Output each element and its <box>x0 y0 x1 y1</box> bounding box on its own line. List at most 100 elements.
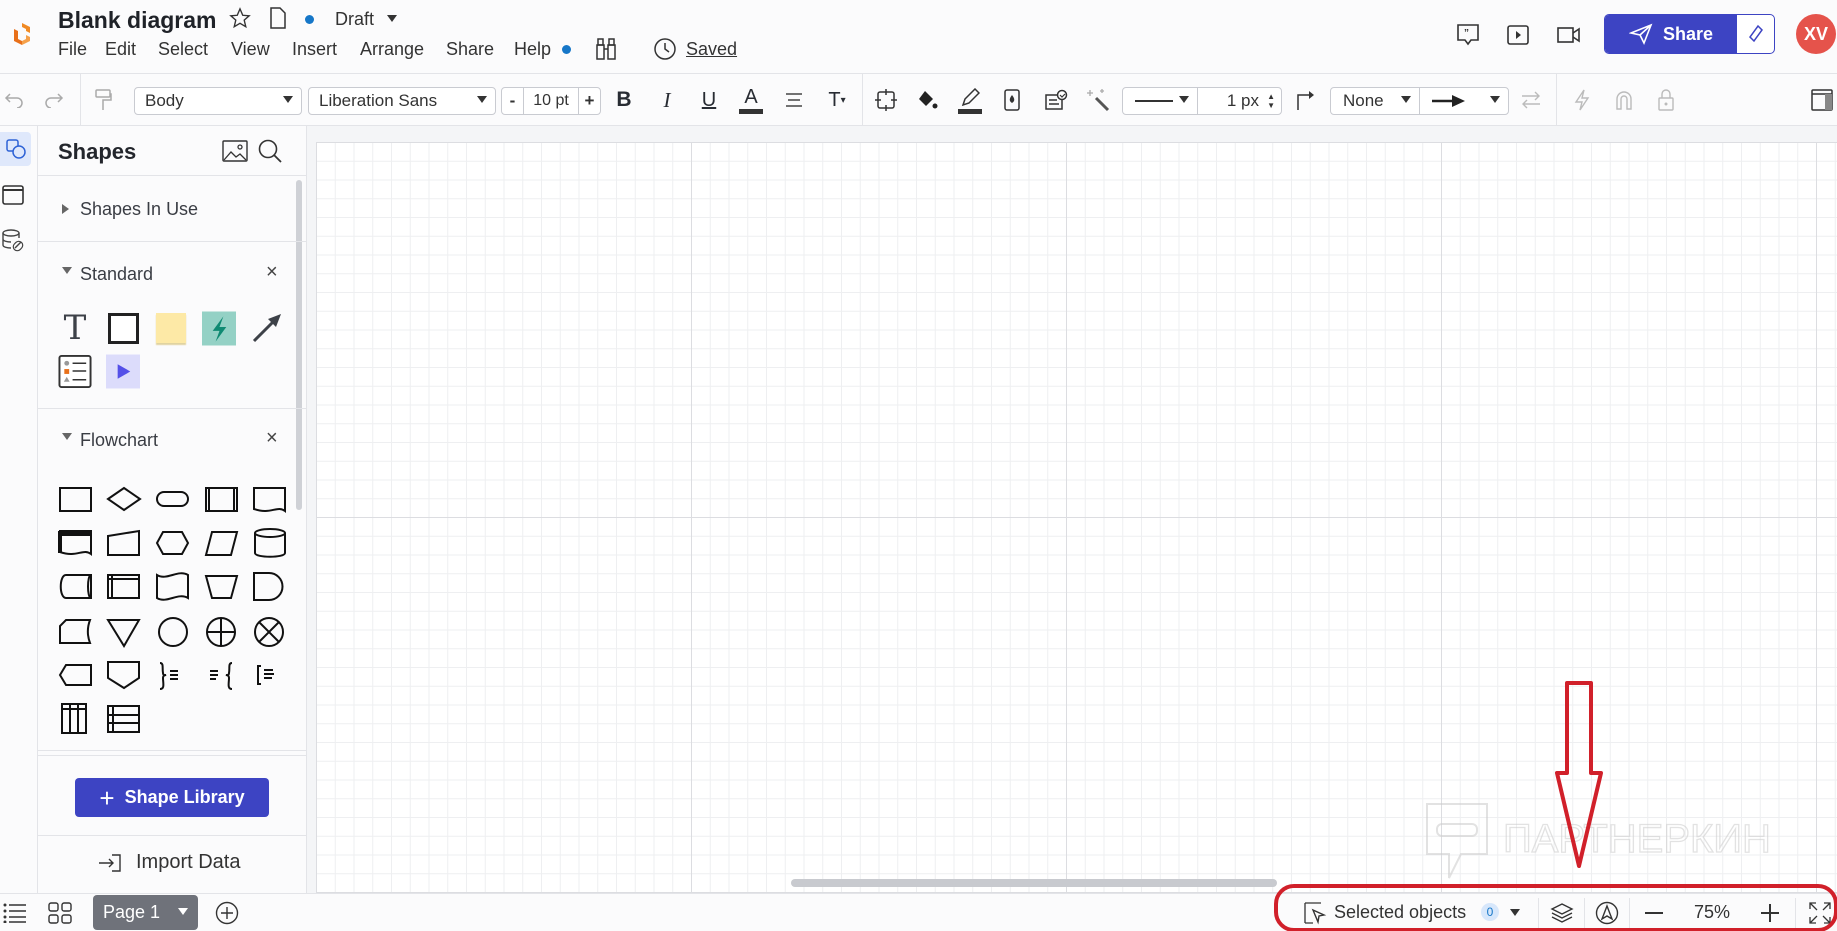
magnet-icon[interactable] <box>1612 88 1636 112</box>
line-start-select[interactable]: None <box>1331 88 1420 114</box>
stepper-arrows-icon[interactable]: ▲ ▼ <box>1267 92 1275 110</box>
font-size-increase[interactable]: + <box>578 88 600 114</box>
underline-icon[interactable]: U <box>697 88 721 112</box>
italic-icon[interactable]: I <box>655 88 679 112</box>
undo-icon[interactable] <box>2 88 26 112</box>
zoom-out-icon[interactable] <box>1641 900 1667 926</box>
fill-color-icon[interactable] <box>915 88 939 112</box>
align-icon[interactable] <box>782 88 806 112</box>
zoom-level[interactable]: 75% <box>1694 902 1730 923</box>
video-icon[interactable] <box>1555 22 1583 48</box>
text-options-icon[interactable]: T ▾ <box>824 88 850 112</box>
text-color-icon[interactable]: A <box>739 86 763 114</box>
shape-library-button[interactable]: + Shape Library <box>75 778 269 817</box>
present-icon[interactable] <box>1505 22 1531 48</box>
menu-share[interactable]: Share <box>446 39 494 60</box>
menu-insert[interactable]: Insert <box>292 39 337 60</box>
horizontal-scrollbar[interactable] <box>791 879 1277 887</box>
right-panel-toggle-icon[interactable] <box>1810 88 1834 112</box>
line-width-input[interactable]: 1 px ▲ ▼ <box>1198 88 1281 114</box>
connector-style-icon[interactable] <box>1293 88 1317 112</box>
chevron-down-icon <box>1179 96 1189 103</box>
container-icon[interactable] <box>874 88 898 112</box>
manual-input-shape <box>107 529 140 556</box>
terminator-shape <box>156 491 189 507</box>
star-icon[interactable] <box>228 6 252 30</box>
format-painter-icon[interactable] <box>91 88 115 112</box>
annotation-right-shape <box>159 662 178 690</box>
search-icon[interactable] <box>256 137 284 165</box>
diagram-canvas[interactable]: ПАРТНЕРКИН <box>307 126 1837 893</box>
import-data-label: Import Data <box>136 851 241 873</box>
selected-objects-label[interactable]: Selected objects <box>1334 902 1466 923</box>
page-menu-caret-icon[interactable] <box>178 908 188 915</box>
draft-status[interactable]: Draft <box>335 9 374 30</box>
navigator-icon[interactable] <box>1594 900 1620 926</box>
share-button[interactable]: Share <box>1605 15 1737 53</box>
import-data-button[interactable]: Import Data <box>98 851 240 874</box>
line-color-icon[interactable] <box>958 86 982 114</box>
section-flowchart[interactable]: Flowchart <box>80 430 158 451</box>
redo-icon[interactable] <box>42 88 66 112</box>
collapse-icon[interactable] <box>62 433 72 440</box>
sticky-note-shape[interactable] <box>154 311 188 345</box>
text-shape[interactable]: T <box>58 308 92 348</box>
zoom-in-icon[interactable] <box>1757 900 1783 926</box>
style-panel-icon[interactable] <box>1044 88 1068 112</box>
sidebar-scrollbar[interactable] <box>296 180 302 510</box>
menu-arrange[interactable]: Arrange <box>360 39 424 60</box>
expand-icon[interactable] <box>62 204 69 214</box>
list-shape[interactable] <box>58 354 92 388</box>
document-icon[interactable] <box>268 6 288 30</box>
text-style-select[interactable]: Body <box>134 87 302 115</box>
line-width-value: 1 px <box>1226 91 1259 110</box>
draft-caret-icon[interactable] <box>387 15 397 22</box>
binoculars-icon[interactable] <box>593 36 619 62</box>
fullscreen-icon[interactable] <box>1807 900 1833 926</box>
page-tab[interactable]: Page 1 <box>93 895 198 930</box>
close-section-icon[interactable]: × <box>266 261 278 284</box>
line-style-select[interactable] <box>1123 88 1198 114</box>
page-list-icon[interactable] <box>2 900 28 926</box>
document-title[interactable]: Blank diagram <box>58 7 217 34</box>
add-page-icon[interactable] <box>214 900 240 926</box>
copy-link-icon[interactable] <box>1737 15 1774 53</box>
action-shape[interactable] <box>202 311 236 345</box>
layers-icon[interactable] <box>1549 900 1575 926</box>
rectangle-shape[interactable] <box>106 311 140 345</box>
selected-dropdown-caret-icon[interactable] <box>1510 909 1520 916</box>
arrow-shape[interactable] <box>250 311 284 345</box>
menu-view[interactable]: View <box>231 39 270 60</box>
user-avatar[interactable]: XV <box>1796 14 1836 54</box>
menu-help[interactable]: Help <box>514 39 551 60</box>
section-shapes-in-use[interactable]: Shapes In Use <box>80 199 198 220</box>
svg-text:ПАРТНЕРКИН: ПАРТНЕРКИН <box>1503 817 1771 861</box>
image-upload-icon[interactable] <box>221 138 249 164</box>
swap-endpoints-icon[interactable] <box>1519 88 1543 112</box>
saved-link[interactable]: Saved <box>686 39 737 60</box>
font-size-decrease[interactable]: - <box>502 88 524 114</box>
shapes-panel-icon[interactable] <box>0 132 31 166</box>
action-bolt-icon[interactable] <box>1570 88 1594 112</box>
opacity-icon[interactable] <box>1000 88 1024 112</box>
templates-icon[interactable] <box>0 181 26 209</box>
video-shape[interactable] <box>106 354 140 388</box>
lock-icon[interactable] <box>1654 88 1678 112</box>
font-select[interactable]: Liberation Sans <box>308 87 496 115</box>
line-end-select[interactable] <box>1420 88 1508 114</box>
page-grid-icon[interactable] <box>47 900 73 926</box>
magic-wand-icon[interactable] <box>1086 88 1110 112</box>
comment-icon[interactable]: ” <box>1455 22 1481 48</box>
menu-select[interactable]: Select <box>158 39 208 60</box>
bold-icon[interactable]: B <box>612 88 636 112</box>
menu-file[interactable]: File <box>58 39 87 60</box>
collapse-icon[interactable] <box>62 267 72 274</box>
font-size-input[interactable]: 10 pt <box>524 92 578 110</box>
menu-edit[interactable]: Edit <box>105 39 136 60</box>
select-cursor-icon[interactable] <box>1302 900 1328 926</box>
close-section-icon[interactable]: × <box>266 427 278 450</box>
data-linking-icon[interactable] <box>0 226 26 254</box>
canvas-grid[interactable] <box>316 142 1837 893</box>
section-standard[interactable]: Standard <box>80 264 153 285</box>
lucid-logo-icon[interactable] <box>8 20 36 48</box>
